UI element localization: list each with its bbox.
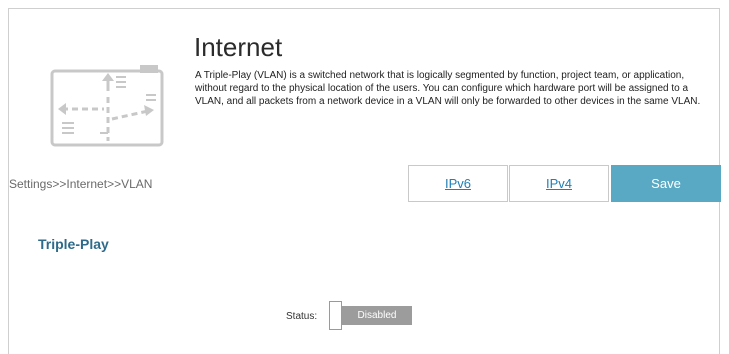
section-title: Triple-Play [38,236,109,252]
page-description: A Triple-Play (VLAN) is a switched netwo… [195,70,701,107]
toggle-state-label: Disabled [342,306,412,325]
breadcrumb: Settings>>Internet>>VLAN [9,177,153,191]
network-vlan-icon [50,63,166,149]
tab-ipv6[interactable]: IPv6 [408,165,508,202]
toggle-knob[interactable] [329,301,342,330]
save-button[interactable]: Save [611,165,721,202]
status-label: Status: [286,311,318,322]
status-toggle[interactable]: Disabled [329,301,413,330]
page-title: Internet [194,32,283,62]
tab-ipv4[interactable]: IPv4 [509,165,609,202]
